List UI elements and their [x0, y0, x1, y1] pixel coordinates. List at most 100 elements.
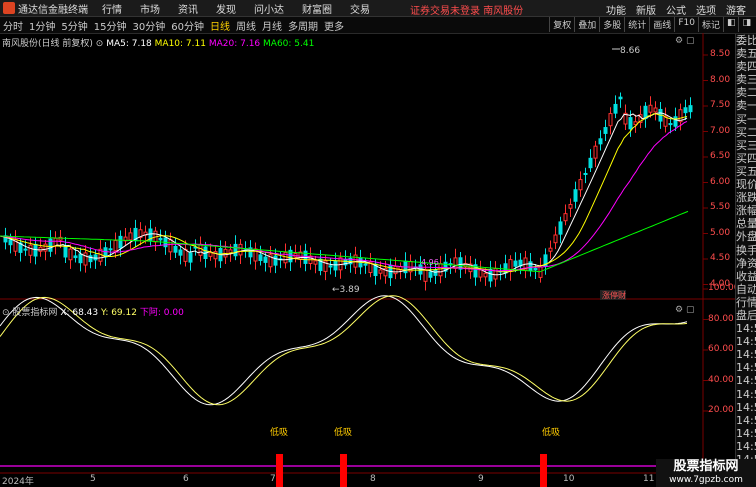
side-panel-item: 14:5	[736, 361, 756, 375]
settings-icon[interactable]: ⚙	[675, 36, 683, 46]
user-guest[interactable]: 游客	[726, 2, 746, 17]
indicator-window-controls: ⚙ ▢	[675, 305, 694, 315]
stock-chart[interactable]: 低吸 低吸 低吸 8.66 ←3.89 4.96 涨停财	[0, 33, 735, 487]
y-tick-label: 8.50	[710, 49, 731, 59]
side-panel-item: 14:5	[736, 335, 756, 349]
title-bar: 通达信金融终端 行情 市场 资讯 发现 问小达 财富圈 交易 证券交易未登录 南…	[0, 0, 756, 17]
side-panel-item: 买一	[736, 112, 756, 126]
ma60-label: MA60: 5.41	[263, 39, 315, 49]
date-label: 10	[563, 474, 575, 484]
main-y-axis	[703, 54, 708, 285]
menu-ask[interactable]: 问小达	[254, 1, 284, 16]
tool-stats[interactable]: 统计	[624, 17, 649, 32]
price-tag: 4.96	[421, 258, 439, 267]
y-tick-label: 7.50	[710, 100, 731, 110]
period-60min[interactable]: 60分钟	[168, 18, 207, 33]
tool-mark[interactable]: 标记	[697, 17, 723, 32]
main-legend: 南风股份(日线 前复权) ⊙ MA5: 7.18 MA10: 7.11 MA20…	[2, 36, 314, 49]
menu-market[interactable]: 市场	[140, 1, 160, 16]
menu-options[interactable]: 选项	[696, 2, 716, 17]
period-timeshare[interactable]: 分时	[0, 18, 26, 33]
side-panel-item: 涨幅	[736, 204, 756, 218]
date-label: 9	[478, 474, 484, 484]
ma-settings-icon[interactable]: ⊙	[96, 39, 104, 49]
date-label: 7	[270, 474, 276, 484]
side-panel-item: 卖三	[736, 73, 756, 87]
chart-title: 南风股份(日线 前复权)	[2, 39, 93, 49]
menu-quotes[interactable]: 行情	[102, 1, 122, 16]
indicator-legend: ⊙ 股票指标网 X: 68.43 Y: 69.12 下阿: 0.00	[2, 305, 184, 318]
watermark-logo: 股票指标网 www.7gpzb.com	[656, 459, 756, 487]
date-label: 11	[643, 474, 655, 484]
y-tick-label: 4.50	[710, 253, 731, 263]
date-label: 8	[370, 474, 376, 484]
period-15min[interactable]: 15分钟	[91, 18, 130, 33]
ma20-label: MA20: 7.16	[208, 39, 261, 49]
indicator-y-tick-label: 60.00	[708, 344, 734, 354]
indicator-y: Y: 69.12	[101, 308, 137, 318]
side-panel-item: 卖四	[736, 60, 756, 74]
period-more[interactable]: 更多	[321, 18, 347, 33]
side-panel-item: 行情	[736, 295, 756, 309]
indicator-y-tick-label: 40.00	[708, 374, 734, 385]
date-label: 2024年	[2, 477, 34, 487]
low-price-label: ←3.89	[332, 285, 360, 295]
indicator-x: X: 68.43	[60, 308, 99, 318]
side-panel-item: 委比	[736, 34, 756, 47]
period-toolbar: 分时 1分钟 5分钟 15分钟 30分钟 60分钟 日线 周线 月线 多周期 更…	[0, 17, 756, 34]
trade-login-notice[interactable]: 证券交易未登录 南风股份	[410, 2, 523, 17]
y-tick-label: 8.00	[710, 74, 731, 85]
fullscreen-icon[interactable]: ▢	[686, 36, 695, 46]
side-panel-item: 现价	[736, 178, 756, 192]
menu-discover[interactable]: 发现	[216, 1, 236, 16]
side-panel-item: 卖一	[736, 99, 756, 113]
side-panel-item: 14:5	[736, 413, 756, 427]
period-monthly[interactable]: 月线	[259, 18, 285, 33]
side-panel-item: 卖五	[736, 47, 756, 61]
side-panel-item: 净资	[736, 256, 756, 270]
y-tick-label: 7.00	[710, 125, 731, 136]
signal-label: 低吸	[334, 426, 352, 438]
menu-newversion[interactable]: 新版	[636, 2, 656, 17]
menu-trade[interactable]: 交易	[350, 1, 370, 16]
y-tick-label: 5.00	[710, 227, 731, 238]
side-panel-item: 买四	[736, 151, 756, 165]
menu-wealth[interactable]: 财富圈	[302, 1, 332, 16]
tool-overlay[interactable]: 叠加	[574, 17, 599, 32]
menu-formula[interactable]: 公式	[666, 2, 686, 17]
period-5min[interactable]: 5分钟	[58, 18, 90, 33]
tool-layout-left-icon[interactable]: ◧	[722, 17, 739, 32]
menu-function[interactable]: 功能	[606, 2, 626, 17]
period-daily[interactable]: 日线	[207, 18, 233, 33]
app-logo-icon	[3, 2, 15, 14]
side-panel-item: 卖二	[736, 86, 756, 100]
indicator-icon[interactable]: ⊙	[2, 308, 10, 318]
tool-adjust[interactable]: 复权	[549, 17, 574, 32]
indicator-z: 下阿: 0.00	[139, 308, 184, 318]
menu-news[interactable]: 资讯	[178, 1, 198, 16]
candlestick-series	[3, 92, 693, 291]
signal-bar	[540, 454, 547, 487]
indicator-settings-icon[interactable]: ⚙	[675, 305, 683, 315]
y-tick-label: 6.50	[710, 151, 731, 161]
side-panel-item: 14:5	[736, 322, 756, 336]
ma5-line	[0, 112, 688, 276]
tool-layout-right-icon[interactable]: ◨	[738, 17, 754, 32]
side-panel-item: 总量	[736, 217, 756, 231]
right-menu: 功能 新版 公式 选项 游客	[606, 2, 746, 17]
indicator-fullscreen-icon[interactable]: ▢	[686, 305, 695, 315]
tool-draw[interactable]: 画线	[649, 17, 674, 32]
signal-label: 低吸	[270, 426, 288, 438]
side-panel-item: 14:5	[736, 374, 756, 388]
period-1min[interactable]: 1分钟	[26, 18, 58, 33]
date-label: 6	[183, 474, 189, 484]
tool-multistock[interactable]: 多股	[599, 17, 624, 32]
limit-up-tag: 涨停财	[602, 290, 626, 300]
tool-f10[interactable]: F10	[674, 17, 698, 32]
period-multi[interactable]: 多周期	[285, 18, 321, 33]
indicator-y-tick-label: 80.00	[708, 313, 734, 324]
y-tick-label: 6.00	[710, 176, 731, 187]
period-30min[interactable]: 30分钟	[129, 18, 168, 33]
period-weekly[interactable]: 周线	[233, 18, 259, 33]
side-panel-item: 涨跌	[736, 191, 756, 205]
